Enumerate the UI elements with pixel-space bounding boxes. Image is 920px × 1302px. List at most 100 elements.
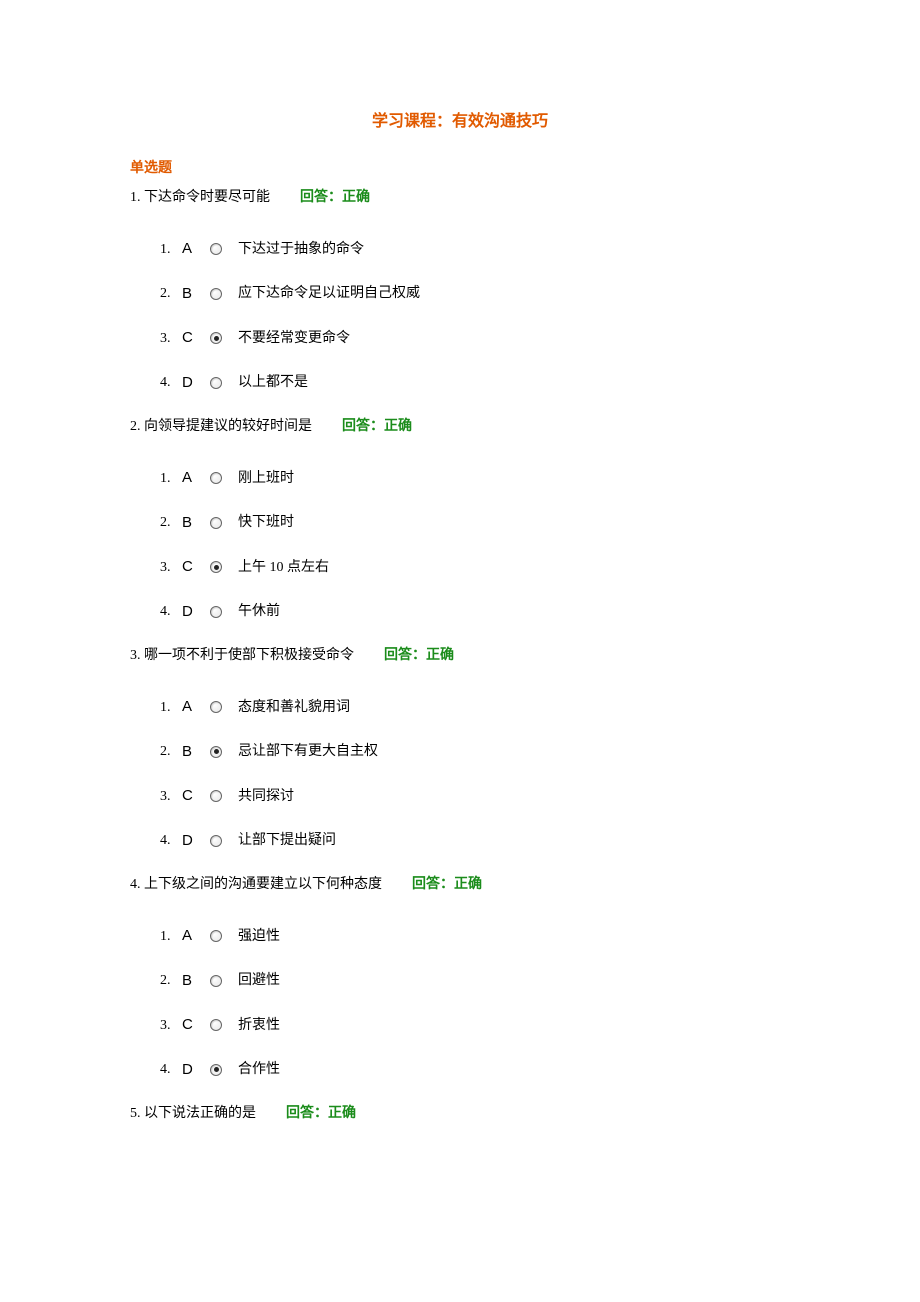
radio-button[interactable]: [210, 930, 222, 942]
radio-button[interactable]: [210, 243, 222, 255]
option-letter: C: [182, 785, 210, 808]
radio-slot: [210, 746, 236, 758]
option-index: 1.: [160, 697, 182, 718]
radio-button[interactable]: [210, 377, 222, 389]
option-letter: C: [182, 327, 210, 350]
section-heading: 单选题: [130, 158, 790, 179]
option-text: 下达过于抽象的命令: [238, 239, 364, 260]
radio-button[interactable]: [210, 517, 222, 529]
option-text: 强迫性: [238, 926, 280, 947]
option-letter: C: [182, 1014, 210, 1037]
options-list: 1.A强迫性2.B回避性3.C折衷性4.D合作性: [130, 925, 790, 1081]
options-list: 1.A 态度和善礼貌用词 2.B 忌让部下有更大自主权 3.C 共同探讨 4.D让部下提出疑…: [130, 696, 790, 852]
radio-button[interactable]: [210, 746, 222, 758]
question-text: 下达命令时要尽可能: [144, 190, 270, 205]
option-letter: A: [182, 696, 210, 719]
question-row: 1. 下达命令时要尽可能 回答：正确: [130, 187, 790, 208]
radio-button[interactable]: [210, 332, 222, 344]
radio-button[interactable]: [210, 1064, 222, 1076]
radio-button[interactable]: [210, 1019, 222, 1031]
option-item: 3.C折衷性: [160, 1014, 790, 1037]
option-index: 2.: [160, 512, 182, 533]
radio-slot: [210, 930, 236, 942]
option-letter: D: [182, 1059, 210, 1082]
option-item: 2.B 忌让部下有更大自主权: [160, 741, 790, 764]
radio-button[interactable]: [210, 606, 222, 618]
option-index: 4.: [160, 830, 182, 851]
options-list: 1.A下达过于抽象的命令2.B应下达命令足以证明自己权威3.C不要经常变更命令4…: [130, 238, 790, 394]
question-text: 上下级之间的沟通要建立以下何种态度: [144, 877, 382, 892]
option-letter: A: [182, 925, 210, 948]
question-number: 1.: [130, 190, 141, 205]
option-item: 3.C上午 10 点左右: [160, 556, 790, 579]
option-letter: D: [182, 372, 210, 395]
radio-slot: [210, 377, 236, 389]
question-row: 2. 向领导提建议的较好时间是回答：正确: [130, 416, 790, 437]
option-index: 1.: [160, 239, 182, 260]
option-letter: B: [182, 970, 210, 993]
questions-container: 1. 下达命令时要尽可能回答：正确1.A下达过于抽象的命令2.B应下达命令足以证…: [130, 187, 790, 1124]
option-item: 3.C不要经常变更命令: [160, 327, 790, 350]
feedback-label: 回答：正确: [286, 1106, 356, 1121]
option-item: 2.B应下达命令足以证明自己权威: [160, 283, 790, 306]
feedback-label: 回答：正确: [384, 648, 454, 663]
feedback-label: 回答：正确: [300, 190, 370, 205]
option-letter: D: [182, 601, 210, 624]
option-index: 4.: [160, 1059, 182, 1080]
option-text: 快下班时: [238, 512, 294, 533]
option-item: 1.A 下达过于抽象的命令: [160, 238, 790, 261]
radio-slot: [210, 1019, 236, 1031]
radio-button[interactable]: [210, 790, 222, 802]
radio-button[interactable]: [210, 701, 222, 713]
radio-button[interactable]: [210, 561, 222, 573]
radio-slot: [210, 975, 236, 987]
option-index: 2.: [160, 741, 182, 762]
option-text: 回避性: [238, 970, 280, 991]
radio-slot: [210, 606, 236, 618]
radio-button[interactable]: [210, 472, 222, 484]
option-text: 刚上班时: [238, 468, 294, 489]
option-item: 3.C 共同探讨: [160, 785, 790, 808]
option-text: 共同探讨: [238, 786, 294, 807]
option-item: 4.D让部下提出疑问: [160, 830, 790, 853]
feedback-label: 回答：正确: [342, 419, 412, 434]
option-item: 4.D以上都不是: [160, 372, 790, 395]
radio-slot: [210, 561, 236, 573]
option-index: 3.: [160, 786, 182, 807]
option-text: 态度和善礼貌用词: [238, 697, 350, 718]
question-number: 4.: [130, 877, 141, 892]
option-letter: A: [182, 238, 210, 261]
option-text: 上午 10 点左右: [238, 557, 329, 578]
option-letter: B: [182, 283, 210, 306]
option-letter: C: [182, 556, 210, 579]
question-row: 3. 哪一项不利于使部下积极接受命令回答：正确: [130, 645, 790, 666]
radio-slot: [210, 701, 236, 713]
option-item: 1.A刚上班时: [160, 467, 790, 490]
option-item: 4.D午休前: [160, 601, 790, 624]
option-index: 4.: [160, 601, 182, 622]
option-letter: B: [182, 512, 210, 535]
option-item: 1.A 强迫性: [160, 925, 790, 948]
radio-slot: [210, 1064, 236, 1076]
question-number: 5.: [130, 1106, 141, 1121]
option-item: 2.B 回避性: [160, 970, 790, 993]
page: 学习课程：有效沟通技巧 单选题 1. 下达命令时要尽可能回答：正确1.A下达过于…: [0, 0, 920, 1198]
radio-button[interactable]: [210, 288, 222, 300]
option-text: 以上都不是: [238, 372, 308, 393]
option-index: 2.: [160, 970, 182, 991]
option-text: 忌让部下有更大自主权: [238, 741, 378, 762]
options-list: 1.A刚上班时2.B快下班时3.C上午 10 点左右4.D午休前: [130, 467, 790, 623]
radio-slot: [210, 835, 236, 847]
radio-slot: [210, 790, 236, 802]
question-text: 以下说法正确的是: [144, 1106, 256, 1121]
question-text: 向领导提建议的较好时间是: [144, 419, 312, 434]
radio-button[interactable]: [210, 975, 222, 987]
radio-button[interactable]: [210, 835, 222, 847]
option-index: 1.: [160, 926, 182, 947]
radio-slot: [210, 243, 236, 255]
radio-slot: [210, 472, 236, 484]
option-letter: A: [182, 467, 210, 490]
option-letter: B: [182, 741, 210, 764]
option-index: 3.: [160, 328, 182, 349]
question-number: 3.: [130, 648, 141, 663]
